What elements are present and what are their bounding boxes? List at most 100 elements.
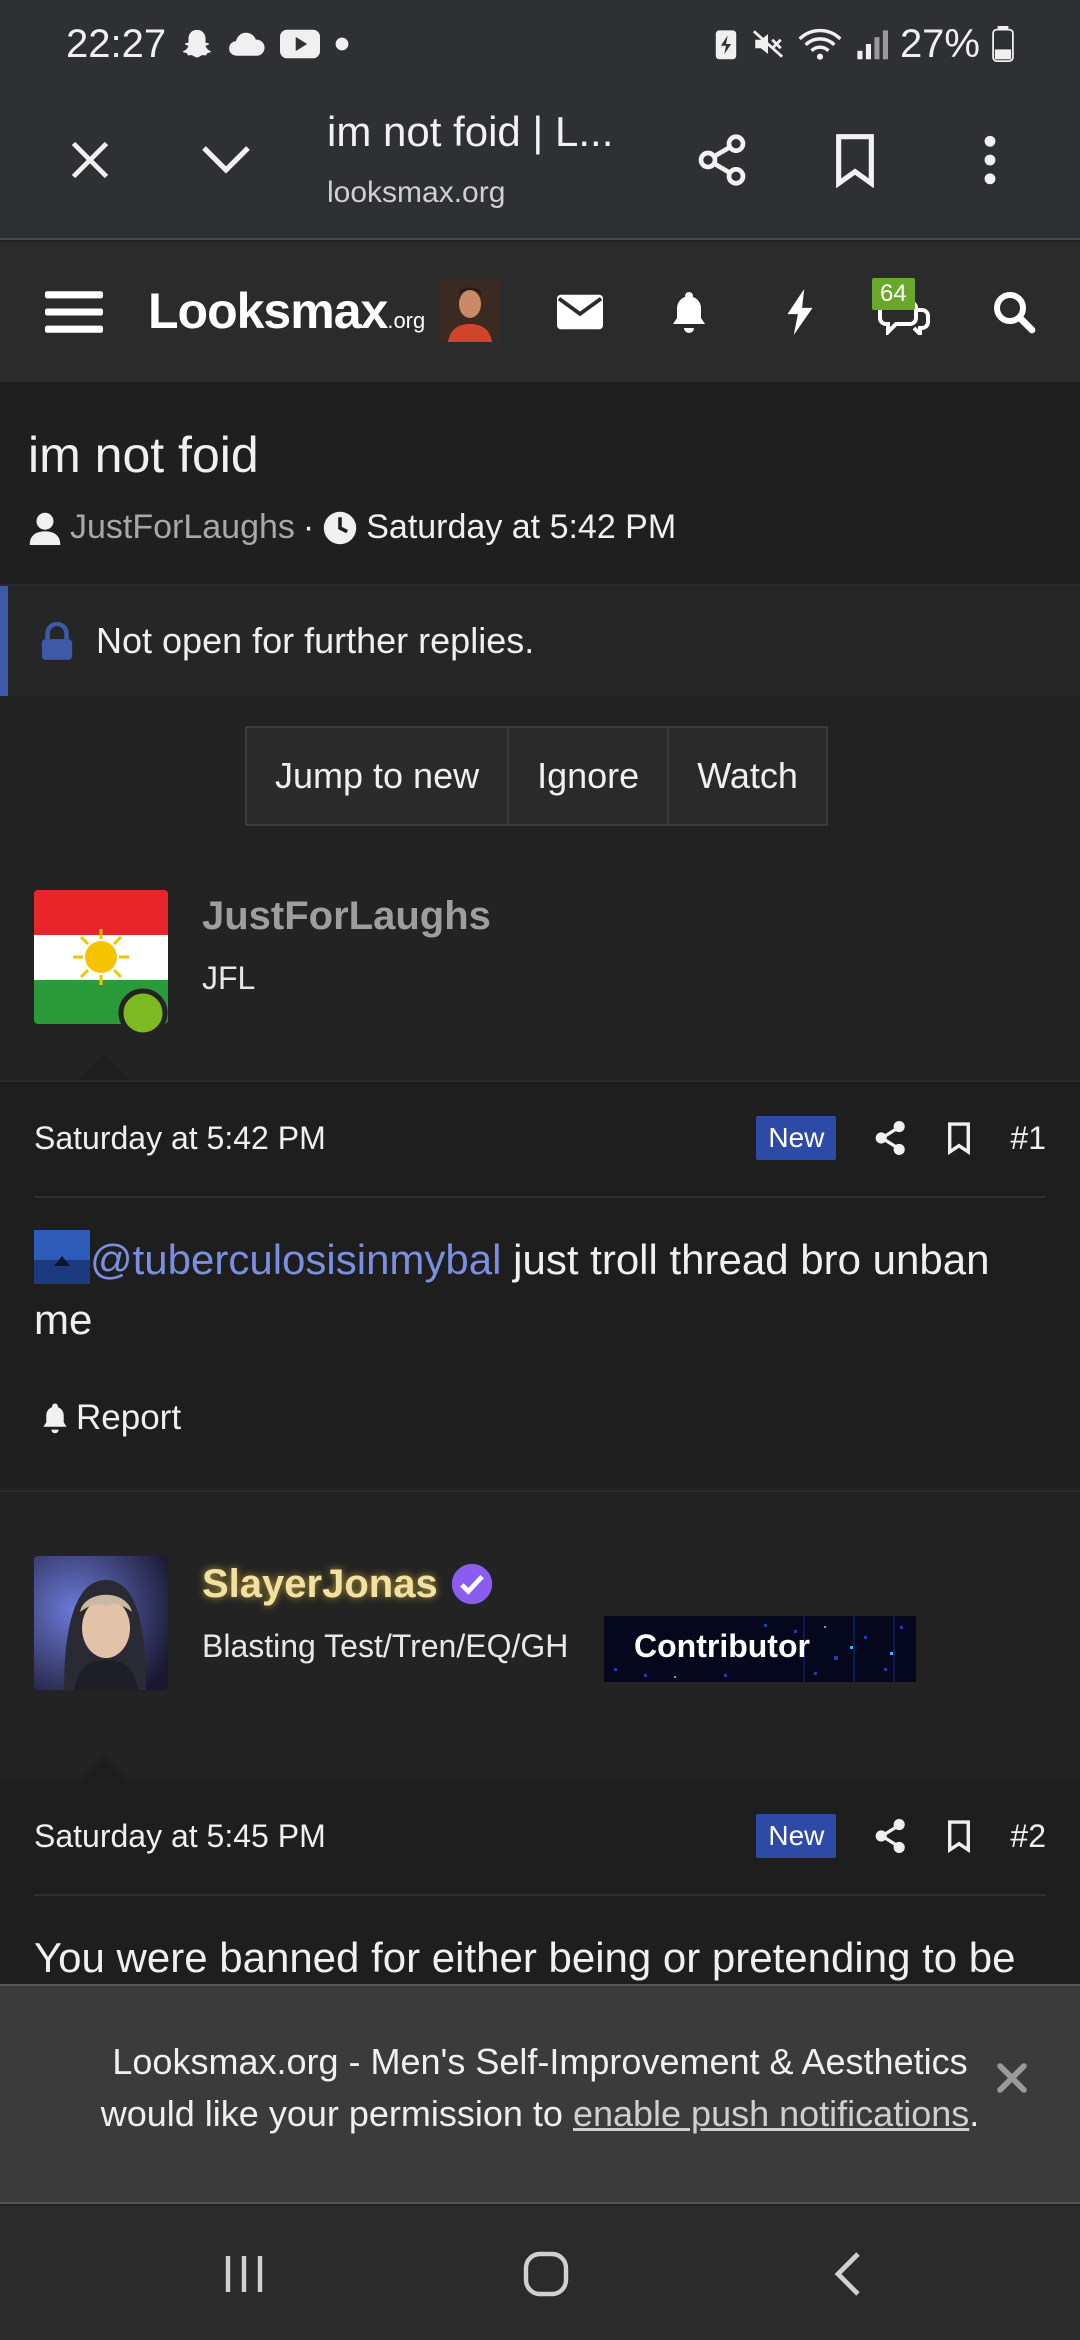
hamburger-icon (45, 291, 103, 333)
push-text-line1: Looksmax.org - Men's Self-Improvement & … (112, 2041, 968, 2082)
post-2-body: Saturday at 5:45 PM New #2 You were bann… (0, 1780, 1080, 1984)
envelope-icon (557, 294, 603, 330)
inbox-button[interactable] (546, 278, 614, 346)
push-text-line2-suffix: . (969, 2093, 980, 2134)
contributor-banner-label: Contributor (634, 1628, 810, 1664)
search-icon (994, 292, 1036, 334)
new-badge: New (756, 1814, 837, 1858)
home-button[interactable] (506, 2244, 586, 2304)
post-2-user-title: Blasting Test/Tren/EQ/GH (202, 1628, 569, 1664)
alerts-button[interactable] (655, 278, 723, 346)
share-icon (698, 134, 746, 186)
meta-separator: · (302, 508, 315, 546)
report-button[interactable]: Report (40, 1398, 181, 1438)
post-1-text-line2: me (34, 1296, 93, 1343)
post-2-content: You were banned for either being or pret… (34, 1934, 1016, 1981)
mute-icon (750, 27, 786, 61)
back-chevron-icon (834, 2252, 860, 2296)
battery-percent: 27% (899, 21, 980, 66)
thread-actions: Jump to new Ignore Watch (245, 726, 828, 826)
divider (34, 1894, 1046, 1896)
mention-avatar (34, 1230, 90, 1284)
new-badge: New (756, 1116, 837, 1160)
user-avatar[interactable] (440, 280, 500, 342)
back-button[interactable] (808, 2244, 888, 2304)
logo-text: Looksmax (148, 283, 388, 339)
post-2-meta: Saturday at 5:45 PM New #2 (34, 1806, 1046, 1866)
post-1-username[interactable]: JustForLaughs (202, 894, 491, 939)
post-2-date[interactable]: Saturday at 5:45 PM (34, 1818, 326, 1855)
share-icon[interactable] (874, 1120, 908, 1156)
bookmark-icon[interactable] (946, 1121, 972, 1155)
locked-notice-text: Not open for further replies. (96, 620, 535, 661)
post-2-number[interactable]: #2 (1010, 1818, 1046, 1855)
lightning-icon (787, 289, 813, 335)
dismiss-push-button[interactable] (990, 2056, 1034, 2100)
thread-meta: JustForLaughs · Saturday at 5:42 PM (28, 508, 676, 547)
watch-button[interactable]: Watch (669, 728, 826, 824)
enable-push-link[interactable]: enable push notifications (573, 2093, 969, 2134)
close-tab-button[interactable] (58, 128, 122, 192)
status-bar: 22:27 27% (0, 0, 1080, 88)
tab-url[interactable]: looksmax.org (327, 176, 505, 210)
more-vertical-icon (984, 135, 996, 185)
youtube-icon (280, 29, 321, 59)
dot-icon (334, 36, 350, 52)
jump-to-new-button[interactable]: Jump to new (247, 728, 510, 824)
share-icon[interactable] (874, 1818, 908, 1854)
bookmark-button[interactable] (823, 128, 887, 192)
site-logo[interactable]: Looksmax.org (148, 282, 425, 340)
divider (34, 1196, 1046, 1198)
signal-icon (854, 27, 888, 61)
browser-toolbar: im not foid | L... looksmax.org (0, 88, 1080, 240)
bell-icon (43, 1403, 67, 1434)
close-icon (71, 141, 109, 179)
cloud-icon (228, 29, 266, 59)
clock-icon (324, 511, 357, 544)
post-1-number[interactable]: #1 (1010, 1120, 1046, 1157)
push-notification-banner: Looksmax.org - Men's Self-Improvement & … (0, 1984, 1080, 2204)
lock-icon (41, 622, 73, 660)
post-1-date[interactable]: Saturday at 5:42 PM (34, 1120, 326, 1157)
recent-apps-button[interactable] (204, 2244, 284, 2304)
tab-title: im not foid | L... (327, 108, 614, 155)
status-time: 22:27 (66, 21, 167, 66)
post-2-user: SlayerJonas Blasting Test/Tren/EQ/GH Con… (0, 1490, 1080, 1782)
close-icon (997, 2063, 1027, 2093)
post-1-body: Saturday at 5:42 PM New #1 @tuberculosis… (0, 1080, 1080, 1488)
thread-title: im not foid (28, 427, 259, 483)
chevron-down-icon (202, 146, 250, 174)
online-status-indicator (118, 988, 168, 1038)
snapchat-icon (180, 27, 214, 61)
post-1-text-line1: just troll thread bro unban (513, 1236, 990, 1283)
menu-button[interactable] (40, 278, 108, 346)
site-header: Looksmax.org 64 (0, 242, 1080, 382)
bookmark-icon (836, 134, 874, 188)
battery-icon (992, 26, 1014, 62)
wifi-icon (798, 27, 842, 61)
thread-header: im not foid JustForLaughs · Saturday at … (0, 382, 1080, 586)
thread-date[interactable]: Saturday at 5:42 PM (366, 508, 676, 547)
user-mention[interactable]: @tuberculosisinmybal (90, 1236, 501, 1283)
bookmark-icon[interactable] (946, 1819, 972, 1853)
recent-apps-icon (225, 2256, 263, 2292)
post-arrow (78, 1756, 130, 1782)
ignore-button[interactable]: Ignore (509, 728, 670, 824)
search-button[interactable] (980, 278, 1048, 346)
whats-new-button[interactable] (766, 278, 834, 346)
home-icon (523, 2251, 569, 2297)
post-1-meta: Saturday at 5:42 PM New #1 (34, 1108, 1046, 1168)
more-options-button[interactable] (958, 128, 1022, 192)
share-button[interactable] (690, 128, 754, 192)
logo-suffix: .org (387, 308, 426, 333)
post-1-content: @tuberculosisinmybal just troll thread b… (34, 1230, 1046, 1350)
minimize-button[interactable] (194, 128, 258, 192)
post-2-username[interactable]: SlayerJonas (202, 1562, 438, 1607)
thread-author[interactable]: JustForLaughs (70, 508, 295, 547)
push-notification-text: Looksmax.org - Men's Self-Improvement & … (60, 2036, 1020, 2140)
conversations-count-badge: 64 (872, 278, 915, 310)
post-2-avatar[interactable] (34, 1556, 168, 1690)
bell-icon (673, 292, 705, 333)
locked-notice: Not open for further replies. (0, 586, 1080, 696)
report-label: Report (76, 1398, 182, 1437)
